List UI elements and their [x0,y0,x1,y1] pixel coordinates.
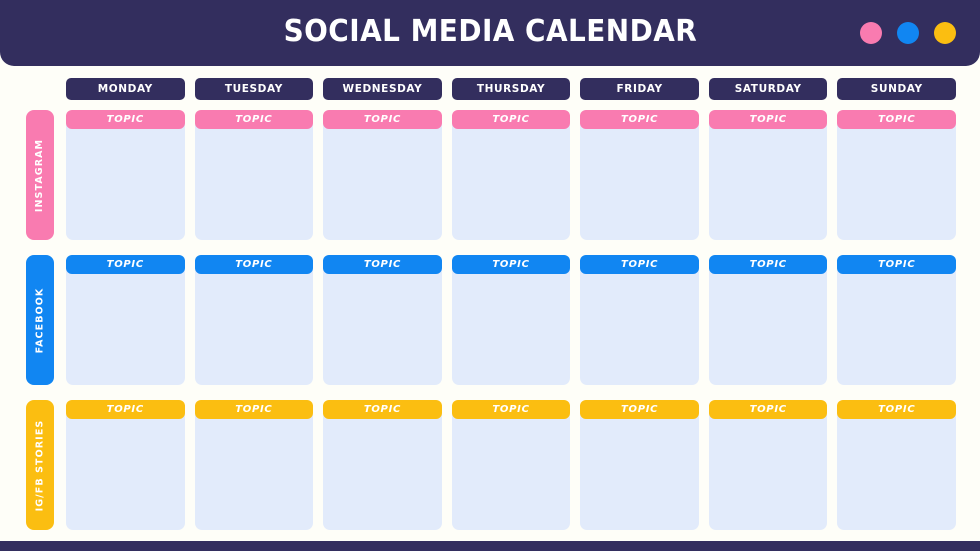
row-label-instagram[interactable]: INSTAGRAM [26,110,54,240]
calendar-grid: MONDAY TUESDAY WEDNESDAY THURSDAY FRIDAY SATU… [0,76,980,531]
cell-topic-label[interactable]: TOPIC [66,110,185,129]
cell-topic-label[interactable]: TOPIC [837,110,957,129]
row-cells: TOPIC TOPIC TOPIC TOPIC TOPIC TOPIC TOPIC [66,110,957,240]
cell-topic-label[interactable]: TOPIC [194,255,314,274]
calendar-row: IG/FB STORIES TOPIC TOPIC TOPIC TOPIC TOPIC TO… [0,400,980,530]
cell-topic-label[interactable]: TOPIC [708,110,828,129]
cell-topic-label[interactable]: TOPIC [580,255,699,274]
row-label-text: FACEBOOK [34,287,46,353]
calendar-cell[interactable]: TOPIC [451,400,571,530]
day-header-sunday: SUNDAY [837,78,957,100]
day-header-wednesday: WEDNESDAY [323,78,442,100]
day-header-row: MONDAY TUESDAY WEDNESDAY THURSDAY FRIDAY SATU… [66,78,957,100]
calendar-cell[interactable]: TOPIC [837,255,957,385]
calendar-cell[interactable]: TOPIC [451,255,571,385]
calendar-cell[interactable]: TOPIC [194,255,314,385]
cell-notes-area[interactable] [451,118,571,240]
pink-dot [860,22,882,44]
calendar-cell[interactable]: TOPIC [580,255,699,385]
calendar-row: FACEBOOK TOPIC TOPIC TOPIC TOPIC TOPIC TOPIC TO… [0,255,980,385]
cell-topic-label[interactable]: TOPIC [194,400,314,419]
cell-notes-area[interactable] [837,408,957,530]
cell-notes-area[interactable] [66,118,185,240]
blue-dot [897,22,919,44]
cell-notes-area[interactable] [323,118,442,240]
cell-notes-area[interactable] [323,408,442,530]
cell-notes-area[interactable] [451,408,571,530]
platform-rows: INSTAGRAM TOPIC TOPIC TOPIC TOPIC TOPIC TOPIC T… [0,110,980,530]
cell-topic-label[interactable]: TOPIC [451,110,571,129]
cell-topic-label[interactable]: TOPIC [451,255,571,274]
calendar-cell[interactable]: TOPIC [66,110,185,240]
cell-topic-label[interactable]: TOPIC [323,110,442,129]
row-cells: TOPIC TOPIC TOPIC TOPIC TOPIC TOPIC TOPIC [66,255,957,385]
row-label-facebook[interactable]: FACEBOOK [26,255,54,385]
calendar-cell[interactable]: TOPIC [580,110,699,240]
cell-topic-label[interactable]: TOPIC [837,400,957,419]
cell-notes-area[interactable] [837,118,957,240]
day-header-tuesday: TUESDAY [194,78,314,100]
day-header-thursday: THURSDAY [451,78,571,100]
cell-notes-area[interactable] [66,263,185,385]
cell-notes-area[interactable] [708,408,828,530]
yellow-dot [934,22,956,44]
row-cells: TOPIC TOPIC TOPIC TOPIC TOPIC TOPIC TOPIC [66,400,957,530]
calendar-cell[interactable]: TOPIC [323,110,442,240]
cell-topic-label[interactable]: TOPIC [708,255,828,274]
cell-topic-label[interactable]: TOPIC [451,400,571,419]
calendar-cell[interactable]: TOPIC [708,400,828,530]
calendar-row: INSTAGRAM TOPIC TOPIC TOPIC TOPIC TOPIC TOPIC T… [0,110,980,240]
page-footer-bar [0,541,980,551]
cell-notes-area[interactable] [580,263,699,385]
cell-topic-label[interactable]: TOPIC [66,255,185,274]
calendar-cell[interactable]: TOPIC [66,400,185,530]
calendar-cell[interactable]: TOPIC [194,400,314,530]
cell-topic-label[interactable]: TOPIC [708,400,828,419]
cell-topic-label[interactable]: TOPIC [194,110,314,129]
calendar-cell[interactable]: TOPIC [323,255,442,385]
cell-topic-label[interactable]: TOPIC [580,110,699,129]
cell-notes-area[interactable] [837,263,957,385]
calendar-cell[interactable]: TOPIC [66,255,185,385]
calendar-cell[interactable]: TOPIC [323,400,442,530]
calendar-cell[interactable]: TOPIC [580,400,699,530]
calendar-cell[interactable]: TOPIC [194,110,314,240]
day-header-monday: MONDAY [66,78,185,100]
cell-topic-label[interactable]: TOPIC [323,400,442,419]
calendar-cell[interactable]: TOPIC [451,110,571,240]
cell-notes-area[interactable] [323,263,442,385]
cell-topic-label[interactable]: TOPIC [323,255,442,274]
cell-notes-area[interactable] [580,408,699,530]
cell-notes-area[interactable] [708,118,828,240]
calendar-cell[interactable]: TOPIC [708,110,828,240]
cell-notes-area[interactable] [66,408,185,530]
row-label-text: INSTAGRAM [34,138,46,212]
row-label-ig-fb-stories[interactable]: IG/FB STORIES [26,400,54,530]
cell-notes-area[interactable] [194,408,314,530]
calendar-cell[interactable]: TOPIC [837,400,957,530]
cell-notes-area[interactable] [194,263,314,385]
cell-notes-area[interactable] [580,118,699,240]
cell-notes-area[interactable] [708,263,828,385]
cell-topic-label[interactable]: TOPIC [837,255,957,274]
row-label-text: IG/FB STORIES [34,419,46,511]
cell-topic-label[interactable]: TOPIC [580,400,699,419]
day-header-friday: FRIDAY [580,78,699,100]
cell-notes-area[interactable] [194,118,314,240]
header-dot-group [860,22,956,44]
calendar-cell[interactable]: TOPIC [708,255,828,385]
calendar-cell[interactable]: TOPIC [837,110,957,240]
page-header: SOCIAL MEDIA CALENDAR [0,0,980,66]
cell-notes-area[interactable] [451,263,571,385]
day-header-saturday: SATURDAY [708,78,828,100]
page-title: SOCIAL MEDIA CALENDAR [283,13,697,49]
cell-topic-label[interactable]: TOPIC [66,400,185,419]
